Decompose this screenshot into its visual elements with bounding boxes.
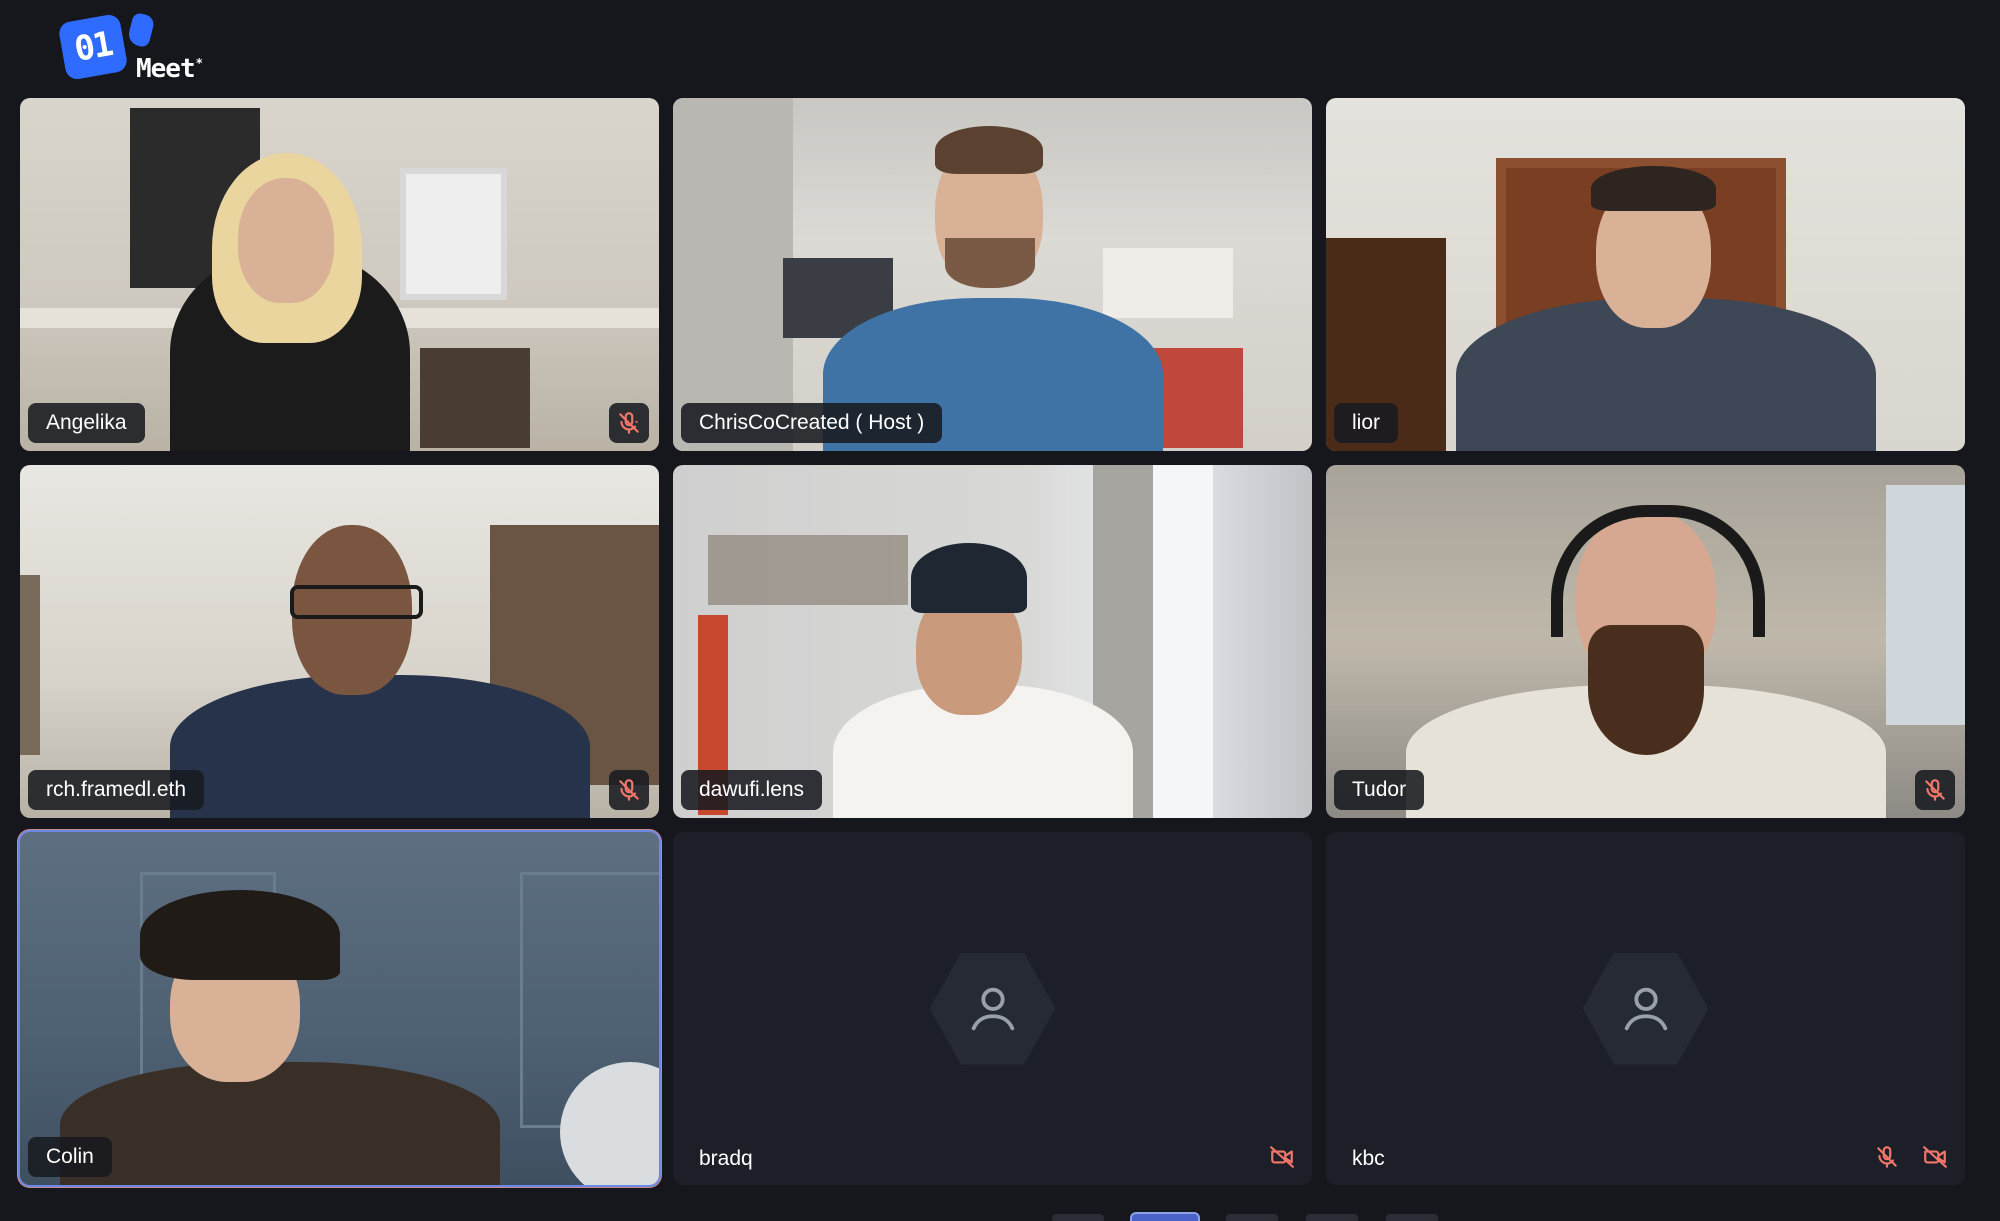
- page-dot[interactable]: [1226, 1214, 1278, 1221]
- status-icons: [609, 403, 649, 443]
- participant-name: ChrisCoCreated ( Host ): [681, 403, 943, 443]
- participant-name: Tudor: [1334, 770, 1425, 810]
- participant-tile-lior[interactable]: lior: [1326, 98, 1965, 451]
- video-feed: [20, 98, 659, 451]
- status-icons: [609, 770, 649, 810]
- participant-name: Colin: [28, 1137, 112, 1177]
- participant-name: lior: [1334, 403, 1399, 443]
- logo-badge: 01: [57, 13, 129, 81]
- video-feed: [1326, 465, 1965, 818]
- logo-wordmark: Meet*: [136, 54, 203, 84]
- video-feed: [673, 465, 1312, 818]
- video-feed: [673, 98, 1312, 451]
- participant-name: dawufi.lens: [681, 770, 823, 810]
- participant-tile-chriscocreated[interactable]: ChrisCoCreated ( Host ): [673, 98, 1312, 451]
- video-feed: [20, 465, 659, 818]
- participant-grid: Angelika ChrisCoCreated ( Host ) lior rc…: [18, 98, 1967, 1187]
- camera-off-icon: [1915, 1137, 1955, 1177]
- user-avatar-icon: [929, 952, 1056, 1065]
- participant-tile-angelika[interactable]: Angelika: [20, 98, 659, 451]
- participant-name: bradq: [699, 1147, 753, 1170]
- mic-off-icon: [609, 403, 649, 443]
- participant-name: Angelika: [28, 403, 145, 443]
- page-dot-current[interactable]: [1132, 1214, 1198, 1221]
- participant-tile-rch-framedl-eth[interactable]: rch.framedl.eth: [20, 465, 659, 818]
- participant-name: rch.framedl.eth: [28, 770, 205, 810]
- page-indicator: [1052, 1214, 1438, 1221]
- status-icons: [1262, 1137, 1302, 1177]
- page-dot[interactable]: [1052, 1214, 1104, 1221]
- mic-off-icon: [609, 770, 649, 810]
- participant-tile-tudor[interactable]: Tudor: [1326, 465, 1965, 818]
- app-logo[interactable]: 01 Meet*: [57, 10, 218, 84]
- user-avatar-icon: [1582, 952, 1709, 1065]
- participant-name: kbc: [1352, 1147, 1385, 1170]
- participant-tile-dawufi-lens[interactable]: dawufi.lens: [673, 465, 1312, 818]
- mic-off-icon: [1867, 1137, 1907, 1177]
- logo-asterisk: *: [195, 56, 203, 71]
- video-feed: [1326, 98, 1965, 451]
- logo-word: Meet: [136, 54, 196, 84]
- page-dot[interactable]: [1306, 1214, 1358, 1221]
- status-icons: [1867, 1137, 1955, 1177]
- mic-off-icon: [1915, 770, 1955, 810]
- meeting-app: 01 Meet* Angelika ChrisCoCreated (Host …: [0, 0, 2000, 1221]
- status-icons: [1915, 770, 1955, 810]
- participant-tile-bradq[interactable]: bradq: [673, 832, 1312, 1185]
- logo-tab-shape: [126, 11, 156, 49]
- logo-mark: 01: [71, 24, 115, 70]
- video-feed: [20, 832, 659, 1185]
- participant-tile-kbc[interactable]: kbc: [1326, 832, 1965, 1185]
- page-dot[interactable]: [1386, 1214, 1438, 1221]
- participant-tile-colin[interactable]: Colin: [18, 830, 661, 1187]
- camera-off-icon: [1262, 1137, 1302, 1177]
